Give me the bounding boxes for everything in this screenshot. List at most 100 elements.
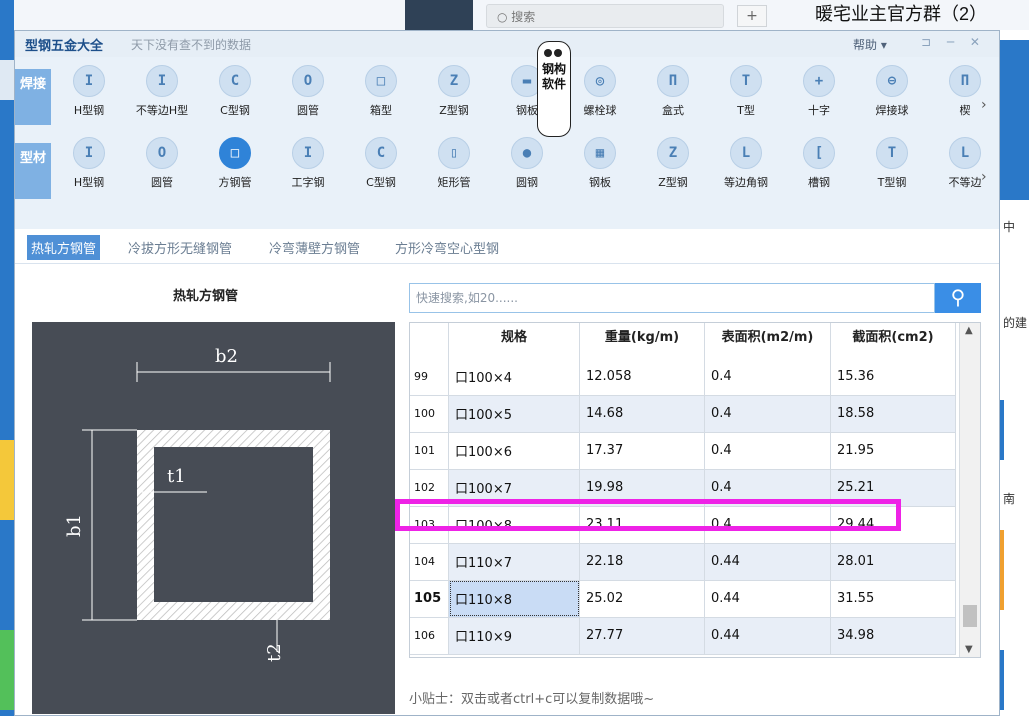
- tool-1-2[interactable]: □ 方钢管: [205, 137, 265, 190]
- tool-1-1[interactable]: O 圆管: [132, 137, 192, 190]
- search-icon: ○: [497, 10, 512, 24]
- header-surface[interactable]: 表面积(m2/m): [704, 323, 831, 358]
- table-row[interactable]: 105 口110×8 25.02 0.44 31.55: [410, 580, 956, 618]
- tool-1-9[interactable]: L 等边角钢: [716, 137, 776, 190]
- table-cell[interactable]: 22.18: [579, 543, 705, 581]
- tool-0-2[interactable]: C C型钢: [205, 65, 265, 118]
- table-scrollbar[interactable]: ▲ ▼: [959, 323, 980, 657]
- header-section-area[interactable]: 截面积(cm2): [830, 323, 956, 358]
- help-menu[interactable]: 帮助 ▾: [853, 36, 887, 53]
- background-add-button[interactable]: +: [737, 5, 767, 27]
- tool-1-11[interactable]: T T型钢: [862, 137, 922, 190]
- scroll-down-icon[interactable]: ▼: [965, 644, 973, 655]
- background-group-title: 暖宅业主官方群（2）: [815, 4, 988, 24]
- profile-icon: I: [292, 137, 324, 169]
- search-button[interactable]: ⚲: [935, 283, 981, 313]
- header-weight[interactable]: 重量(kg/m): [579, 323, 705, 358]
- tool-1-8[interactable]: Z Z型钢: [643, 137, 703, 190]
- tool-label: Z型钢: [658, 176, 688, 189]
- tool-0-1[interactable]: I 不等边H型: [132, 65, 192, 118]
- scroll-up-icon[interactable]: ▲: [965, 325, 973, 336]
- table-cell[interactable]: 口100×4: [448, 358, 580, 396]
- tool-1-6[interactable]: ● 圆钢: [497, 137, 557, 190]
- tool-1-4[interactable]: C C型钢: [351, 137, 411, 190]
- table-cell[interactable]: 口100×6: [448, 432, 580, 470]
- table-row[interactable]: 104 口110×7 22.18 0.44 28.01: [410, 543, 956, 581]
- section-title: 热轧方钢管: [173, 289, 239, 304]
- table-cell[interactable]: 14.68: [579, 395, 705, 433]
- profile-icon: ⊖: [876, 65, 908, 97]
- table-cell[interactable]: 口110×7: [448, 543, 580, 581]
- table-cell[interactable]: 口110×8: [448, 580, 580, 618]
- tool-0-11[interactable]: ⊖ 焊接球: [862, 65, 922, 118]
- profile-icon: C: [219, 65, 251, 97]
- table-cell[interactable]: 21.95: [830, 432, 956, 470]
- quick-search-input[interactable]: 快速搜索,如20......: [409, 283, 935, 313]
- tool-0-8[interactable]: Π 盒式: [643, 65, 703, 118]
- table-cell[interactable]: 0.4: [704, 395, 831, 433]
- app-subtitle: 天下没有查不到的数据: [131, 38, 252, 52]
- tool-0-10[interactable]: + 十字: [789, 65, 849, 118]
- table-cell[interactable]: 34.98: [830, 617, 956, 655]
- table-cell[interactable]: 口100×5: [448, 395, 580, 433]
- table-cell[interactable]: 0.44: [704, 580, 831, 618]
- subtab-cold-bent-thin[interactable]: 冷弯薄壁方钢管: [269, 238, 360, 257]
- table-cell[interactable]: 12.058: [579, 358, 705, 396]
- tool-label: H型钢: [73, 104, 105, 117]
- background-search-input[interactable]: ○ 搜索: [486, 4, 724, 28]
- app-window: 型钢五金大全 天下没有查不到的数据 帮助 ▾ ⊐ ─ ✕ 焊接 型材 I H型钢 I…: [14, 30, 1000, 716]
- table-row[interactable]: 106 口110×9 27.77 0.44 34.98: [410, 617, 956, 655]
- scroll-right-icon[interactable]: ›: [981, 97, 987, 113]
- subtab-hollow[interactable]: 方形冷弯空心型钢: [395, 238, 499, 257]
- tool-0-4[interactable]: □ 箱型: [351, 65, 411, 118]
- profile-icon: Z: [438, 65, 470, 97]
- tool-1-10[interactable]: [槽钢: [789, 137, 849, 190]
- subtab-cold-drawn[interactable]: 冷拔方形无缝钢管: [128, 238, 232, 257]
- table-cell[interactable]: 27.77: [579, 617, 705, 655]
- header-spec[interactable]: 规格: [448, 323, 580, 358]
- table-row[interactable]: 100 口100×5 14.68 0.4 18.58: [410, 395, 956, 433]
- tool-label: 十字: [808, 104, 830, 117]
- subtab-bar: 热轧方钢管 冷拔方形无缝钢管 冷弯薄壁方钢管 方形冷弯空心型钢: [15, 229, 999, 264]
- window-controls[interactable]: ⊐ ─ ✕: [921, 35, 986, 49]
- background-dark-tab: [405, 0, 473, 30]
- table-cell[interactable]: 31.55: [830, 580, 956, 618]
- dim-t2: t2: [264, 643, 285, 662]
- profile-toolbar: 焊接 型材 I H型钢 I 不等边H型 C C型钢 O 圆管 □ 箱型 Z Z型钢 ▬ 钢板 ◎ 螺栓球 Π 盒式…: [15, 41, 999, 229]
- tool-0-5[interactable]: Z Z型钢: [424, 65, 484, 118]
- table-cell[interactable]: 18.58: [830, 395, 956, 433]
- tool-label: 槽钢: [808, 176, 830, 189]
- profile-icon: I: [73, 137, 105, 169]
- tool-1-3[interactable]: I 工字钢: [278, 137, 338, 190]
- scroll-right-icon[interactable]: ›: [981, 169, 987, 185]
- table-cell[interactable]: 0.44: [704, 617, 831, 655]
- tool-1-0[interactable]: I H型钢: [59, 137, 119, 190]
- category-weld[interactable]: 焊接: [15, 69, 51, 125]
- table-cell[interactable]: 口110×9: [448, 617, 580, 655]
- tool-label: 圆管: [151, 176, 173, 189]
- subtab-hot-rolled[interactable]: 热轧方钢管: [27, 235, 101, 260]
- background-left-strip: [0, 0, 14, 716]
- table-row[interactable]: 99 口100×4 12.058 0.4 15.36: [410, 358, 956, 396]
- table-cell[interactable]: 0.44: [704, 543, 831, 581]
- row-index: 101: [410, 432, 449, 470]
- tool-0-7[interactable]: ◎ 螺栓球: [570, 65, 630, 118]
- table-cell[interactable]: 28.01: [830, 543, 956, 581]
- tool-0-0[interactable]: I H型钢: [59, 65, 119, 118]
- table-cell[interactable]: 25.02: [579, 580, 705, 618]
- tool-1-7[interactable]: ▦ 钢板: [570, 137, 630, 190]
- scroll-thumb[interactable]: [963, 605, 977, 627]
- tool-0-9[interactable]: T T型: [716, 65, 776, 118]
- row-index: 100: [410, 395, 449, 433]
- table-cell[interactable]: 0.4: [704, 358, 831, 396]
- table-row[interactable]: 101 口100×6 17.37 0.4 21.95: [410, 432, 956, 470]
- tool-1-5[interactable]: ▯ 矩形管: [424, 137, 484, 190]
- tool-0-3[interactable]: O 圆管: [278, 65, 338, 118]
- profile-icon: T: [876, 137, 908, 169]
- category-profile[interactable]: 型材: [15, 143, 51, 199]
- table-cell[interactable]: 17.37: [579, 432, 705, 470]
- table-cell[interactable]: 15.36: [830, 358, 956, 396]
- tool-label: Z型钢: [439, 104, 469, 117]
- profile-icon: Z: [657, 137, 689, 169]
- table-cell[interactable]: 0.4: [704, 432, 831, 470]
